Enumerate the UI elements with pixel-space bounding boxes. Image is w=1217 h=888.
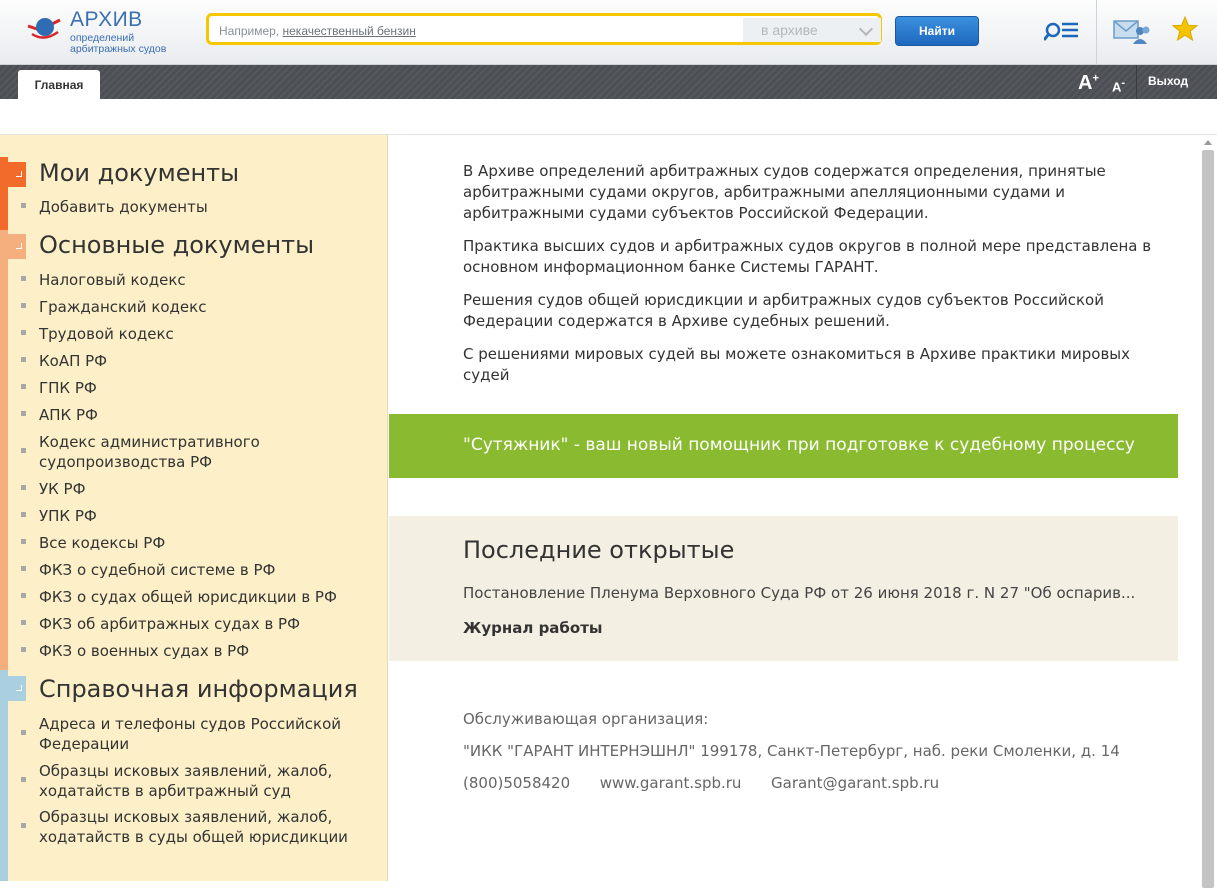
sidebar-item-koap[interactable]: КоАП РФ: [39, 351, 107, 371]
sidebar-item-civil-code[interactable]: Гражданский кодекс: [39, 297, 206, 317]
sidebar-item-apk[interactable]: АПК РФ: [39, 405, 98, 425]
bullet-icon: [21, 276, 26, 281]
footer-site-link[interactable]: www.garant.spb.ru: [600, 774, 742, 792]
bullet-icon: [21, 357, 26, 362]
sutyazhnik-banner[interactable]: "Сутяжник" - ваш новый помощник при подг…: [389, 414, 1178, 478]
bullet-icon: [21, 203, 26, 208]
font-decrease-letter: A: [1112, 79, 1122, 95]
sidebar-item-fkz-arbitrage[interactable]: ФКЗ об арбитражных судах в РФ: [39, 614, 300, 634]
sidebar-item-uk[interactable]: УК РФ: [39, 479, 86, 499]
footer-phone: (800)5058420: [463, 774, 571, 792]
search-scope-label: в архиве: [761, 22, 818, 38]
tab-home[interactable]: Главная: [18, 70, 100, 99]
bullet-icon: [21, 777, 26, 782]
sidebar-item-add-docs[interactable]: Добавить документы: [39, 197, 208, 217]
sidebar-item-upk[interactable]: УПК РФ: [39, 506, 97, 526]
section-color-bar: [0, 157, 8, 230]
section-collapse-icon[interactable]: [8, 234, 26, 259]
font-increase-sign: +: [1092, 72, 1099, 85]
sidebar-item-fkz-judicial[interactable]: ФКЗ о судебной системе в РФ: [39, 560, 275, 580]
logo-subtitle-line2: арбитражных судов: [70, 43, 167, 55]
logo-subtitle: определений арбитражных судов: [70, 33, 166, 55]
bullet-icon: [21, 620, 26, 625]
sidebar-item-labor-code[interactable]: Трудовой кодекс: [39, 324, 174, 344]
find-button[interactable]: Найти: [895, 16, 979, 46]
sidebar-item-gpk[interactable]: ГПК РФ: [39, 378, 97, 398]
section-color-bar: [0, 670, 8, 881]
top-header: АРХИВ определений арбитражных судов Напр…: [0, 0, 1217, 65]
search-list-icon[interactable]: [1044, 19, 1080, 43]
sidebar-item-general-samples[interactable]: Образцы исковых заявлений, жалоб, ходата…: [39, 807, 359, 847]
font-increase-letter: A: [1078, 72, 1093, 94]
search-example-link[interactable]: некачественный бензин: [283, 24, 416, 38]
sidebar-item-tax-code[interactable]: Налоговый кодекс: [39, 270, 186, 290]
section-collapse-icon[interactable]: [8, 162, 26, 187]
nav-divider: [1136, 65, 1137, 99]
recent-documents-panel: Последние открытые Постановление Пленума…: [389, 516, 1178, 661]
bullet-icon: [21, 730, 26, 735]
sidebar-item-fkz-military[interactable]: ФКЗ о военных судах в РФ: [39, 641, 249, 661]
bullet-icon: [21, 512, 26, 517]
footer-email-link[interactable]: Garant@garant.spb.ru: [771, 774, 939, 792]
scrollbar[interactable]: [1199, 135, 1217, 888]
mail-users-icon[interactable]: [1113, 18, 1151, 44]
bullet-icon: [21, 330, 26, 335]
banner-text: "Сутяжник" - ваш новый помощник при подг…: [463, 435, 1135, 455]
logout-link[interactable]: Выход: [1148, 74, 1188, 88]
sidebar-item-court-contacts[interactable]: Адреса и телефоны судов Российской Федер…: [39, 714, 359, 754]
intro-paragraph: С решениями мировых судей вы можете озна…: [463, 345, 1131, 384]
font-decrease-sign: -: [1121, 77, 1126, 89]
recent-title: Последние открытые: [463, 536, 735, 564]
star-icon[interactable]: [1172, 16, 1198, 42]
search-scope-select[interactable]: в архиве: [743, 18, 881, 42]
search-input[interactable]: Например, некачественный бензин в архиве: [206, 13, 882, 45]
sidebar-item-fkz-general[interactable]: ФКЗ о судах общей юрисдикции в РФ: [39, 587, 337, 607]
archive-logo[interactable]: АРХИВ определений арбитражных судов: [26, 8, 196, 55]
bullet-icon: [21, 411, 26, 416]
bullet-icon: [21, 823, 26, 828]
intro-paragraph: В Архиве определений арбитражных судов с…: [463, 162, 1106, 222]
intro-paragraph: Практика высших судов и арбитражных судо…: [463, 237, 1152, 276]
intro-paragraph: Решения судов общей юрисдикции и арбитра…: [463, 291, 1104, 330]
sidebar-item-all-codes[interactable]: Все кодексы РФ: [39, 533, 165, 553]
bullet-icon: [21, 448, 26, 453]
bullet-icon: [21, 566, 26, 571]
footer-organization: "ИКК "ГАРАНТ ИНТЕРНЭШНЛ" 199178, Санкт-П…: [463, 742, 1120, 760]
header-divider: [1096, 0, 1097, 64]
scroll-thumb[interactable]: [1202, 150, 1214, 888]
font-increase-button[interactable]: A+: [1078, 72, 1099, 95]
work-log-link[interactable]: Журнал работы: [463, 619, 602, 637]
bullet-icon: [21, 539, 26, 544]
chevron-down-icon: [858, 21, 874, 37]
logo-title: АРХИВ: [70, 8, 143, 31]
bullet-icon: [21, 647, 26, 652]
sidebar-item-kas[interactable]: Кодекс административного судопроизводств…: [39, 432, 289, 472]
sidebar-item-arbitrage-samples[interactable]: Образцы исковых заявлений, жалоб, ходата…: [39, 761, 359, 801]
recent-document-link[interactable]: Постановление Пленума Верховного Суда РФ…: [463, 584, 1135, 602]
bullet-icon: [21, 593, 26, 598]
nav-bar: Главная A+ A- Выход: [0, 65, 1217, 99]
search-placeholder: Например, некачественный бензин: [219, 24, 416, 38]
search-placeholder-prefix: Например,: [219, 24, 280, 38]
section-title-reference[interactable]: Справочная информация: [39, 675, 358, 703]
section-title-my-docs[interactable]: Мои документы: [39, 159, 239, 187]
bullet-icon: [21, 384, 26, 389]
footer-label: Обслуживающая организация:: [463, 710, 709, 728]
archive-logo-icon: [27, 18, 61, 39]
sidebar: Мои документы Добавить документы Основны…: [0, 135, 388, 881]
scroll-up-icon[interactable]: [1204, 140, 1212, 145]
footer-contacts: (800)5058420 www.garant.spb.ru Garant@ga…: [463, 774, 939, 792]
bullet-icon: [21, 485, 26, 490]
section-title-main-docs[interactable]: Основные документы: [39, 231, 314, 259]
section-collapse-icon[interactable]: [8, 676, 26, 701]
font-decrease-button[interactable]: A-: [1112, 77, 1125, 94]
section-color-bar: [0, 230, 8, 670]
bullet-icon: [21, 303, 26, 308]
